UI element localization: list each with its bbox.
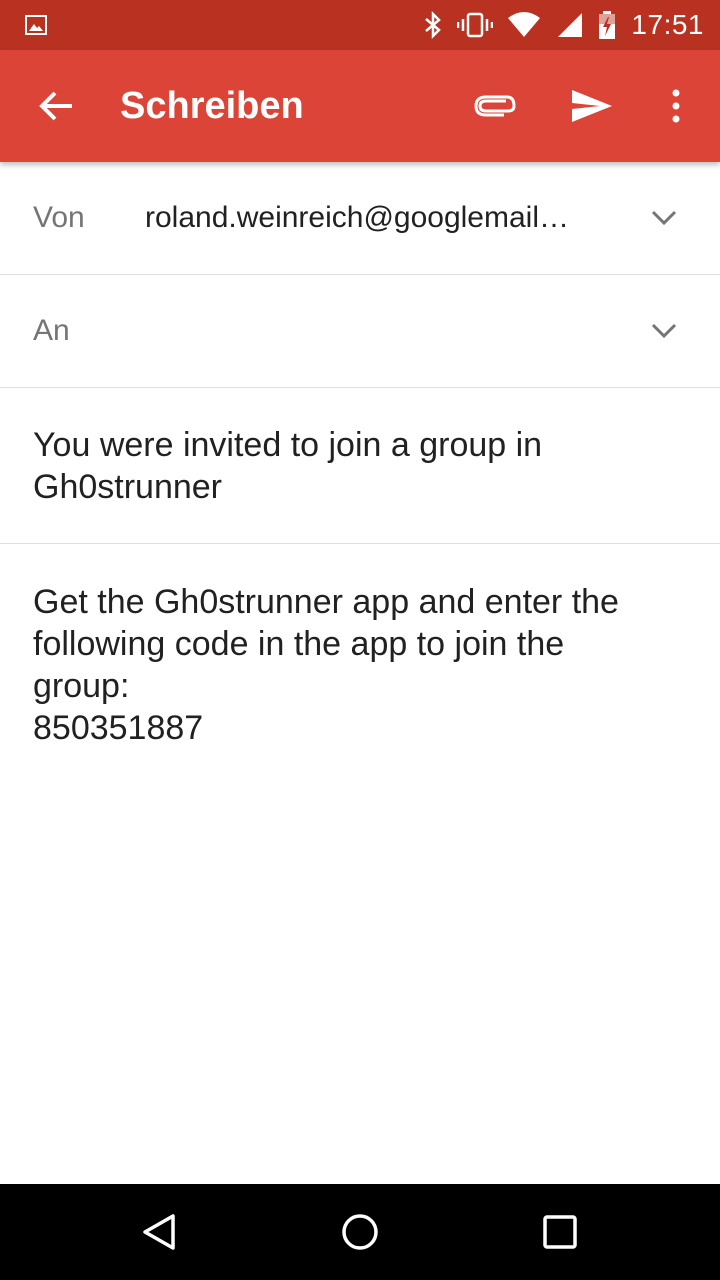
nav-recents-button[interactable] [532, 1204, 588, 1260]
signal-icon [558, 13, 583, 37]
body-line: group: [33, 667, 130, 705]
to-field[interactable] [110, 305, 614, 359]
nav-recents-icon [543, 1215, 577, 1249]
body-line: Get the Gh0strunner app and enter the [33, 583, 619, 621]
send-button[interactable] [562, 78, 622, 134]
body-line: 850351887 [33, 709, 204, 747]
back-button[interactable] [24, 78, 88, 134]
attach-button[interactable] [466, 78, 526, 134]
status-icons: 17:51 [423, 0, 704, 50]
subject-field[interactable]: You were invited to join a group in Gh0s… [33, 424, 653, 508]
bluetooth-icon [425, 11, 442, 39]
body-field[interactable]: Get the Gh0strunner app and enter the fo… [33, 581, 683, 749]
more-options-button[interactable] [656, 78, 696, 134]
chevron-down-icon[interactable] [648, 317, 680, 345]
send-icon [572, 90, 612, 122]
page-title: Schreiben [120, 85, 304, 127]
chevron-down-icon[interactable] [648, 204, 680, 232]
from-row: Von roland.weinreich@googlemail… [0, 162, 720, 275]
battery-charging-icon [599, 11, 616, 39]
app-bar: Schreiben [0, 50, 720, 162]
body-line: following code in the app to join the [33, 625, 565, 663]
from-account-selector[interactable]: roland.weinreich@googlemail… [145, 162, 595, 274]
nav-home-icon [342, 1214, 378, 1250]
image-notification-icon [25, 15, 47, 35]
to-row: An [0, 275, 720, 388]
status-time: 17:51 [631, 9, 704, 40]
more-vert-icon [672, 89, 680, 123]
nav-back-button[interactable] [132, 1204, 188, 1260]
screen: 17:51 Schreiben Von roland.weinreich@goo… [0, 0, 720, 1280]
vibrate-icon [457, 12, 494, 38]
to-label: An [33, 314, 70, 347]
nav-home-button[interactable] [332, 1204, 388, 1260]
navigation-bar [0, 1184, 720, 1280]
paperclip-icon [474, 95, 516, 117]
nav-back-icon [143, 1214, 175, 1250]
status-bar: 17:51 [0, 0, 720, 50]
back-arrow-icon [39, 91, 72, 121]
wifi-icon [508, 12, 541, 37]
from-label: Von [33, 201, 85, 234]
